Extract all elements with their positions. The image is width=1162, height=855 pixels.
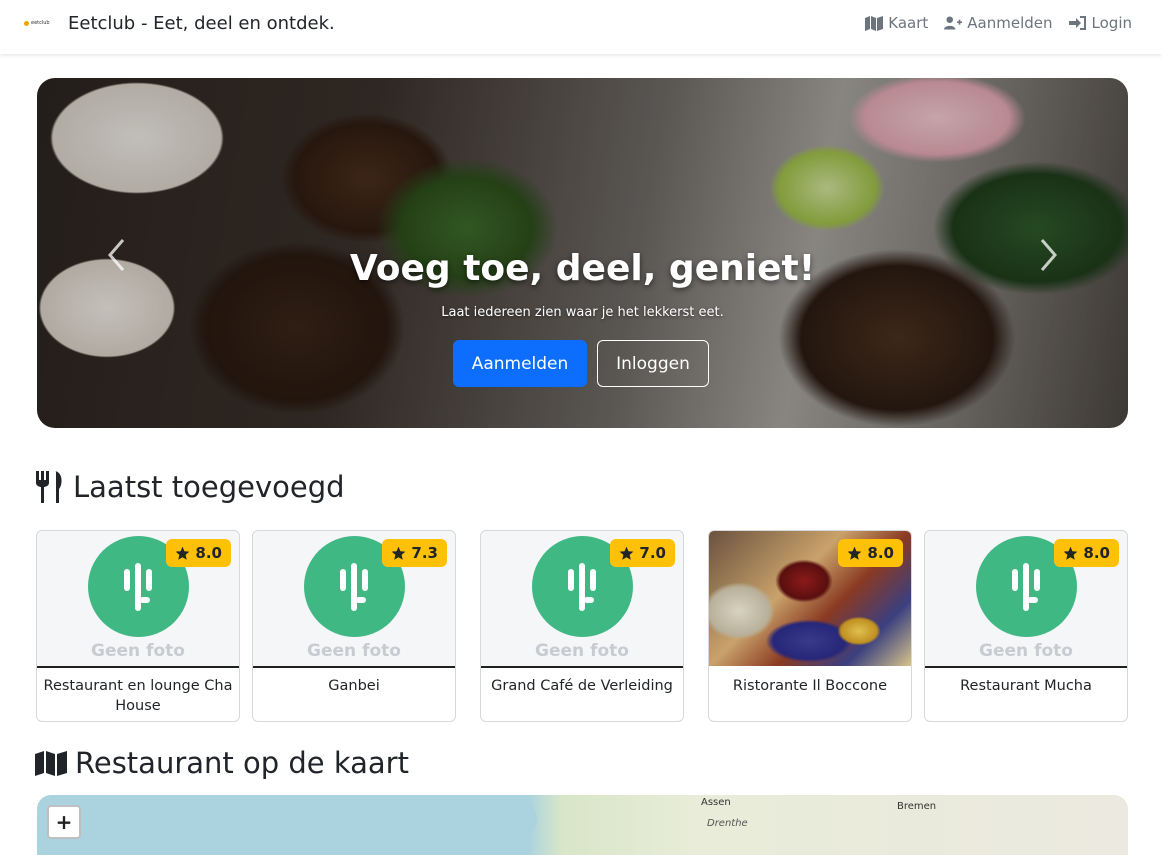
nav-link-kaart[interactable]: Kaart [865,14,928,32]
map-heading-text: Restaurant op de kaart [75,746,409,780]
nav-link-label: Aanmelden [967,14,1053,32]
card-title[interactable]: Grand Café de Verleiding [485,676,679,696]
hero-subtitle: Laat iedereen zien waar je het lekkerst … [441,305,724,320]
user-plus-icon [944,16,963,30]
hero-buttons: Aanmelden Inloggen [453,340,709,387]
latest-heading: Laatst toegevoegd [35,470,345,504]
hero-carousel: Voeg toe, deel, geniet! Laat iedereen zi… [37,78,1128,428]
rating-value: 8.0 [867,544,894,562]
rating-badge: 8.0 [166,539,231,567]
latest-heading-text: Laatst toegevoegd [73,470,345,504]
login-button[interactable]: Inloggen [597,340,709,387]
star-icon [620,546,634,560]
logo-text: eetclub [31,20,50,26]
restaurant-cards: Geen foto 8.0 Restaurant en lounge Cha H… [36,530,1128,722]
register-button[interactable]: Aanmelden [453,340,587,387]
star-icon [392,546,406,560]
nav-link-label: Login [1091,14,1132,32]
restaurant-map[interactable]: + Assen Drenthe Bremen [37,795,1128,855]
card-title[interactable]: Restaurant en lounge Cha House [41,676,235,716]
nav-link-login[interactable]: Login [1068,14,1132,32]
map-icon [35,751,67,776]
navbar: eetclub Eetclub - Eet, deel en ontdek. K… [0,0,1162,54]
restaurant-card[interactable]: Geen foto 8.0 Restaurant Mucha [924,530,1128,722]
no-photo-label: Geen foto [979,641,1073,661]
sign-in-icon [1068,16,1086,30]
map-region-label: Drenthe [707,818,748,829]
map-icon [865,16,884,31]
star-icon [1064,546,1078,560]
star-icon [848,546,862,560]
brand-logo[interactable]: eetclub [24,16,52,30]
rating-value: 8.0 [1083,544,1110,562]
rating-value: 7.0 [639,544,666,562]
rating-badge: 8.0 [1054,539,1119,567]
rating-value: 8.0 [195,544,222,562]
rating-value: 7.3 [411,544,438,562]
rating-badge: 8.0 [838,539,903,567]
map-heading: Restaurant op de kaart [35,746,409,780]
rating-badge: 7.0 [610,539,675,567]
restaurant-card[interactable]: Geen foto 7.3 Ganbei [252,530,456,722]
no-photo-label: Geen foto [535,641,629,661]
brand-title[interactable]: Eetclub - Eet, deel en ontdek. [68,13,335,34]
logo-dot-icon [24,20,29,26]
card-title[interactable]: Ristorante Il Boccone [713,676,907,696]
hero-title: Voeg toe, deel, geniet! [349,248,816,289]
card-title[interactable]: Ganbei [257,676,451,696]
map-place-label: Bremen [897,801,937,812]
card-title[interactable]: Restaurant Mucha [929,676,1123,696]
nav-link-aanmelden[interactable]: Aanmelden [944,14,1053,32]
map-place-label: Assen [701,797,731,808]
restaurant-card[interactable]: Geen foto 8.0 Restaurant en lounge Cha H… [36,530,240,722]
utensils-icon [36,471,62,503]
rating-badge: 7.3 [382,539,447,567]
no-photo-label: Geen foto [91,641,185,661]
no-photo-label: Geen foto [307,641,401,661]
restaurant-card[interactable]: 8.0 Ristorante Il Boccone [708,530,912,722]
nav-links: Kaart Aanmelden Login [865,14,1132,32]
nav-link-label: Kaart [888,14,929,32]
star-icon [176,546,190,560]
restaurant-card[interactable]: Geen foto 7.0 Grand Café de Verleiding [480,530,684,722]
